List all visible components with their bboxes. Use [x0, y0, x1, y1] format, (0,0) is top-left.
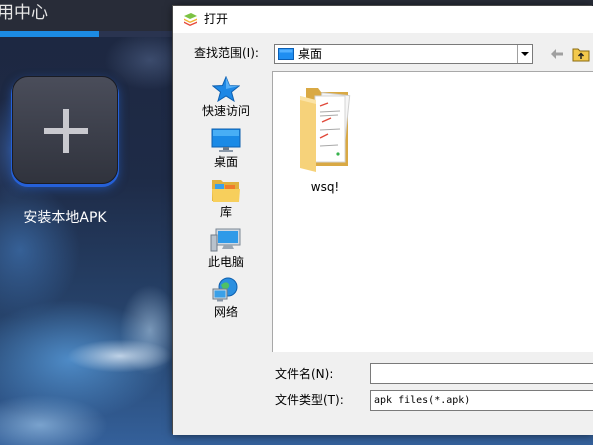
desktop-icon — [190, 127, 262, 153]
place-label: 网络 — [213, 305, 238, 319]
file-name-input[interactable] — [370, 363, 593, 384]
place-label: 快速访问 — [201, 104, 250, 118]
bluestacks-icon — [183, 13, 198, 26]
place-quick-access[interactable]: 快速访问 — [190, 74, 262, 124]
library-icon — [190, 177, 262, 203]
file-type-dropdown[interactable]: apk files(*.apk) — [370, 390, 593, 411]
dialog-titlebar[interactable]: 打开 — [173, 6, 593, 33]
file-item-folder[interactable]: wsq! — [287, 84, 363, 196]
computer-icon — [190, 227, 262, 253]
star-icon — [190, 76, 262, 102]
place-this-pc[interactable]: 此电脑 — [190, 225, 262, 275]
install-local-apk-label[interactable]: 安装本地APK — [10, 209, 120, 227]
plus-icon — [63, 109, 69, 153]
file-type-label: 文件类型(T): — [275, 393, 344, 407]
back-arrow-icon[interactable] — [550, 48, 564, 60]
place-desktop[interactable]: 桌面 — [190, 125, 262, 175]
folder-icon — [298, 86, 352, 172]
file-type-value: apk files(*.apk) — [374, 395, 471, 406]
chevron-down-icon[interactable] — [517, 45, 532, 63]
install-local-apk-button[interactable] — [12, 76, 118, 184]
tab-underline-active — [0, 31, 99, 37]
file-name-label: 文件名(N): — [275, 367, 334, 381]
open-file-dialog: 打开 查找范围(I): 桌面 快速访问 桌面 库 此电脑 网络 wsq! 文件名… — [173, 6, 593, 435]
look-in-value: 桌面 — [298, 47, 323, 61]
look-in-dropdown[interactable]: 桌面 — [274, 44, 533, 64]
dialog-title: 打开 — [204, 12, 229, 26]
desktop-icon — [278, 48, 294, 60]
place-label: 桌面 — [213, 155, 238, 169]
place-library[interactable]: 库 — [190, 175, 262, 225]
look-in-label: 查找范围(I): — [194, 46, 259, 60]
app-title: 用中心 — [0, 3, 48, 23]
place-label: 库 — [219, 205, 232, 219]
file-name-label: wsq! — [310, 180, 340, 194]
place-label: 此电脑 — [207, 255, 244, 269]
network-icon — [190, 277, 262, 303]
file-list[interactable]: wsq! — [272, 71, 593, 352]
place-network[interactable]: 网络 — [190, 275, 262, 325]
up-folder-icon[interactable] — [572, 46, 590, 62]
